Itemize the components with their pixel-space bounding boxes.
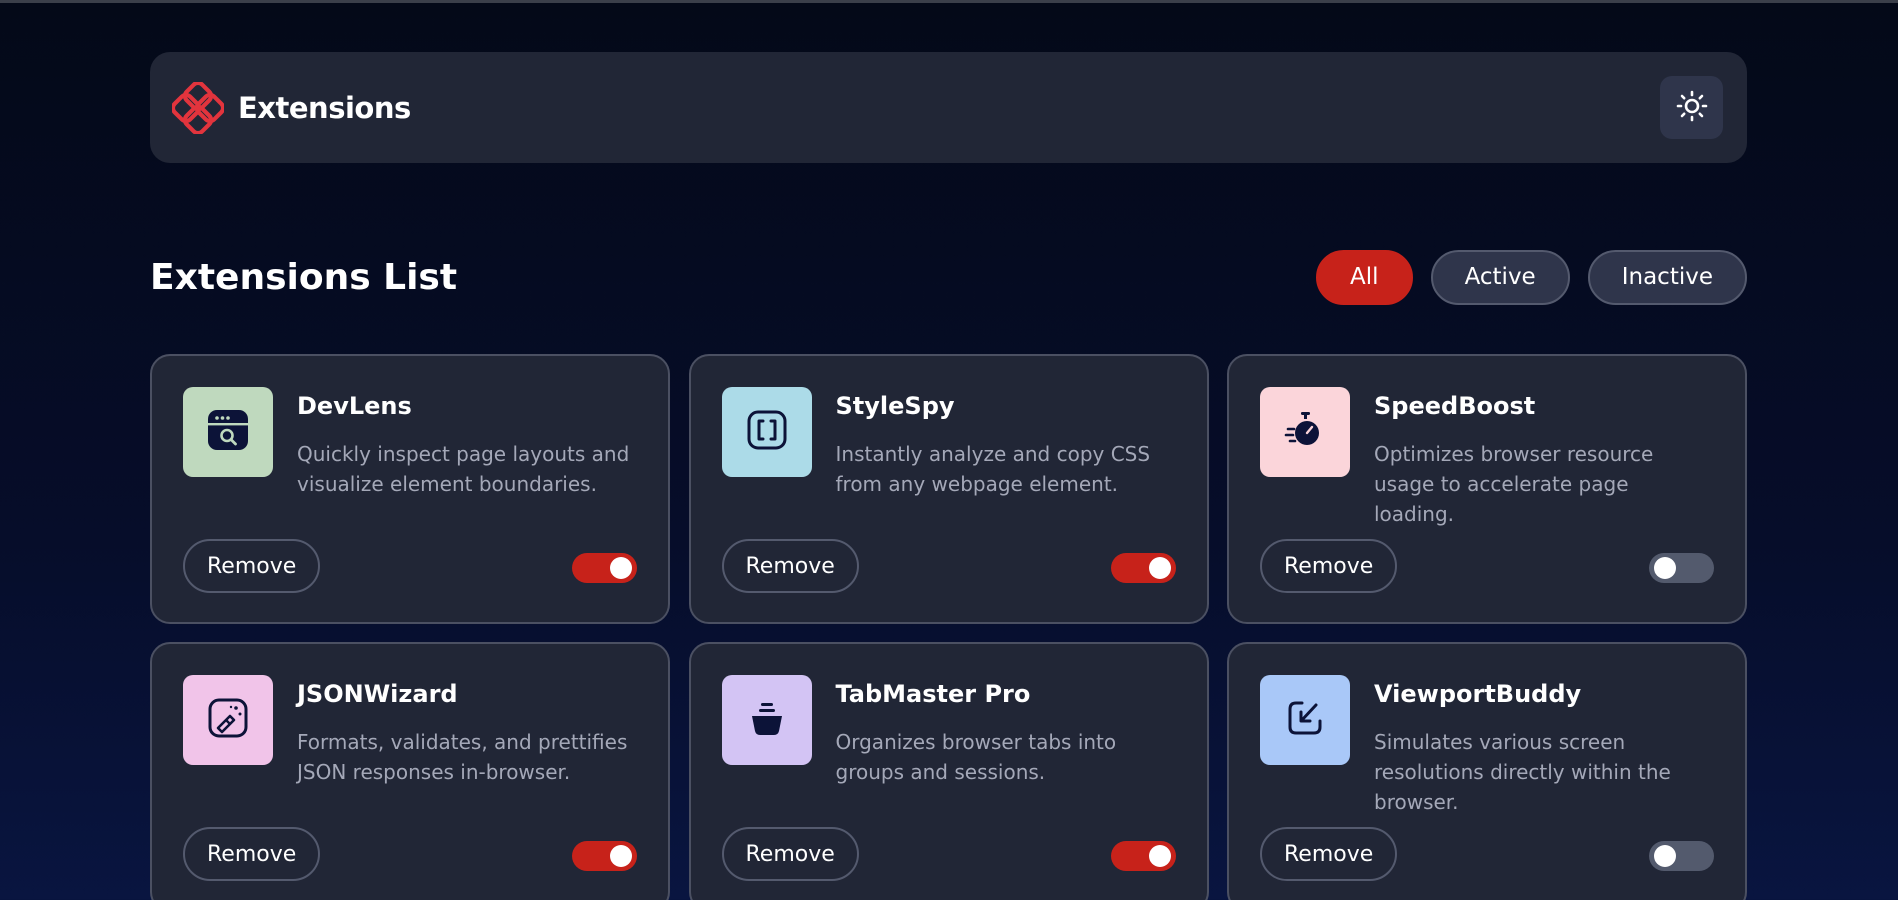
remove-button[interactable]: Remove: [1260, 827, 1398, 881]
filter-tabs: All Active Inactive: [1316, 249, 1747, 305]
remove-button[interactable]: Remove: [721, 539, 859, 593]
extension-name: TabMaster Pro: [835, 680, 1031, 708]
page-container: Extensions Extensions List All Active In…: [150, 52, 1747, 900]
remove-button[interactable]: Remove: [1260, 539, 1398, 593]
resize-arrow-icon: [1282, 695, 1328, 745]
filter-all-button[interactable]: All: [1316, 249, 1413, 305]
toggle-knob: [1148, 845, 1171, 867]
remove-button[interactable]: Remove: [183, 827, 321, 881]
extension-name: JSONWizard: [297, 680, 458, 708]
brackets-icon: [744, 407, 790, 457]
extension-toggle[interactable]: [1649, 841, 1714, 871]
extension-icon-tile: [183, 675, 273, 765]
extension-description: Simulates various screen resolutions dir…: [1374, 730, 1671, 814]
extension-name: SpeedBoost: [1374, 392, 1536, 420]
extension-name: ViewportBuddy: [1374, 680, 1582, 708]
extension-description: Organizes browser tabs into groups and s…: [835, 730, 1117, 784]
extension-card-viewportbuddy: ViewportBuddy Simulates various screen r…: [1227, 642, 1747, 900]
extension-toggle[interactable]: [1649, 553, 1714, 583]
stack-icon: [744, 695, 790, 745]
extensions-logo-icon: [172, 81, 224, 134]
extension-name: DevLens: [297, 392, 412, 420]
toggle-knob: [610, 845, 632, 867]
extension-card-stylespy: StyleSpy Instantly analyze and copy CSS …: [688, 354, 1209, 624]
extensions-grid: DevLens Quickly inspect page layouts and…: [150, 354, 1747, 900]
extension-icon-tile: [1260, 675, 1350, 765]
toggle-knob: [610, 557, 632, 579]
remove-button[interactable]: Remove: [721, 827, 859, 881]
extension-description: Quickly inspect page layouts and visuali…: [297, 442, 630, 496]
extension-toggle[interactable]: [1110, 553, 1176, 583]
filter-inactive-button[interactable]: Inactive: [1587, 249, 1747, 305]
page-title: Extensions List: [150, 256, 458, 298]
extension-icon-tile: [1260, 387, 1350, 477]
magic-wand-icon: [205, 695, 251, 745]
extension-toggle[interactable]: [572, 553, 637, 583]
extension-description: Instantly analyze and copy CSS from any …: [835, 442, 1151, 496]
extension-description: Optimizes browser resource usage to acce…: [1374, 442, 1654, 526]
filter-active-button[interactable]: Active: [1430, 249, 1570, 305]
extension-card-jsonwizard: JSONWizard Formats, validates, and prett…: [150, 642, 670, 900]
extension-icon-tile: [721, 387, 812, 477]
extension-icon-tile: [721, 675, 812, 765]
extension-name: StyleSpy: [835, 392, 955, 420]
toggle-knob: [1654, 557, 1676, 579]
extensions-list-header: Extensions List All Active Inactive: [150, 248, 1747, 306]
brand-name: Extensions: [238, 90, 411, 125]
window-top-border: [0, 0, 1898, 3]
extension-card-devlens: DevLens Quickly inspect page layouts and…: [150, 354, 670, 624]
extension-toggle[interactable]: [1110, 841, 1176, 871]
sun-icon: [1676, 90, 1708, 126]
extension-toggle[interactable]: [572, 841, 637, 871]
extension-card-tabmaster-pro: TabMaster Pro Organizes browser tabs int…: [688, 642, 1209, 900]
stopwatch-icon: [1282, 407, 1328, 457]
toggle-knob: [1654, 845, 1676, 867]
extension-icon-tile: [183, 387, 273, 477]
brand[interactable]: Extensions: [172, 81, 411, 134]
extension-card-speedboost: SpeedBoost Optimizes browser resource us…: [1227, 354, 1747, 624]
browser-search-icon: [205, 407, 251, 457]
remove-button[interactable]: Remove: [183, 539, 321, 593]
toggle-knob: [1148, 557, 1171, 579]
top-header-bar: Extensions: [150, 52, 1747, 163]
extension-description: Formats, validates, and prettifies JSON …: [297, 730, 628, 784]
theme-toggle-button[interactable]: [1660, 76, 1723, 139]
